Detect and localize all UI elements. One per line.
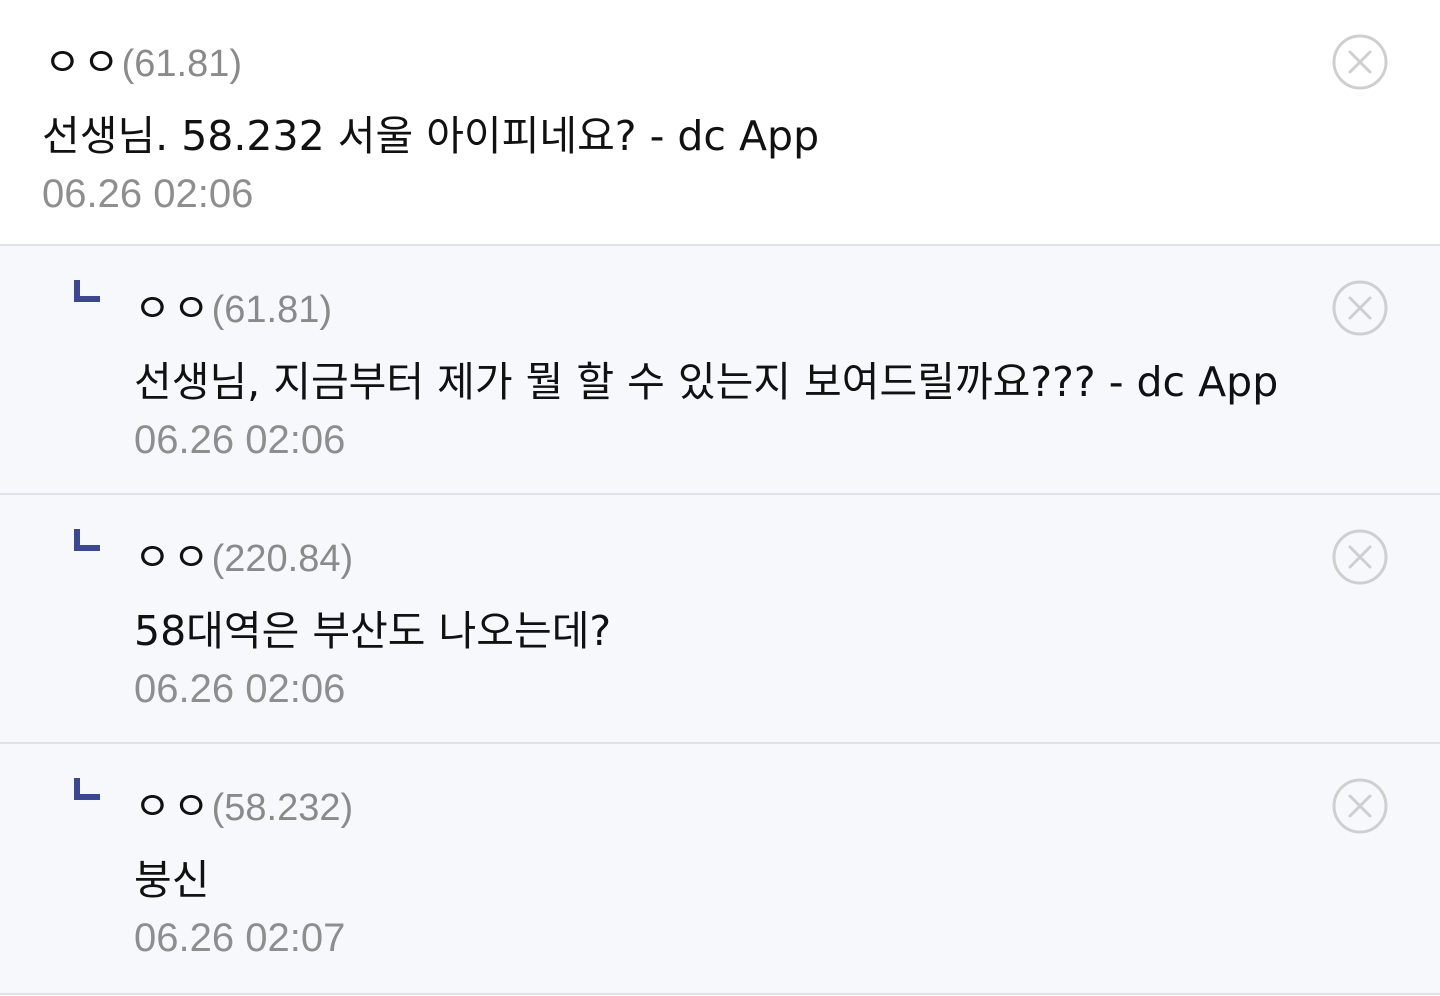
comment-nickname[interactable]: ㅇㅇ bbox=[134, 525, 212, 583]
delete-comment-button[interactable] bbox=[1332, 529, 1388, 585]
comment-header: ㅇㅇ (61.81) bbox=[134, 276, 332, 334]
comment-text: 58대역은 부산도 나오는데? bbox=[134, 607, 612, 655]
reply-item: ㅇㅇ (61.81) 선생님, 지금부터 제가 뭘 할 수 있는지 보여드릴까요… bbox=[0, 246, 1440, 495]
delete-comment-button[interactable] bbox=[1332, 280, 1388, 336]
comment-timestamp: 06.26 02:06 bbox=[134, 667, 346, 711]
delete-comment-button[interactable] bbox=[1332, 778, 1388, 834]
comment-ip: (61.81) bbox=[121, 43, 243, 85]
comment-ip: (58.232) bbox=[211, 787, 354, 829]
comment-header: ㅇㅇ (220.84) bbox=[134, 525, 353, 583]
reply-arrow-icon bbox=[74, 778, 100, 800]
close-circle-icon bbox=[1332, 280, 1388, 336]
comment-timestamp: 06.26 02:06 bbox=[134, 418, 346, 462]
comment-text: 선생님. 58.232 서울 아이피네요? - dc App bbox=[42, 112, 820, 160]
reply-item: ㅇㅇ (220.84) 58대역은 부산도 나오는데? 06.26 02:06 bbox=[0, 495, 1440, 744]
close-circle-icon bbox=[1332, 778, 1388, 834]
comment-list: ㅇㅇ (61.81) 선생님. 58.232 서울 아이피네요? - dc Ap… bbox=[0, 0, 1440, 996]
comment-ip: (61.81) bbox=[211, 289, 333, 331]
comment-timestamp: 06.26 02:07 bbox=[134, 916, 346, 960]
comment-nickname[interactable]: ㅇㅇ bbox=[44, 30, 122, 88]
reply-arrow-icon bbox=[74, 280, 100, 302]
delete-comment-button[interactable] bbox=[1332, 34, 1388, 90]
close-circle-icon bbox=[1332, 529, 1388, 585]
comment-header: ㅇㅇ (58.232) bbox=[134, 774, 353, 832]
reply-item: ㅇㅇ (58.232) 붕신 06.26 02:07 bbox=[0, 744, 1440, 995]
reply-arrow-icon bbox=[74, 529, 100, 551]
comment-text: 붕신 bbox=[134, 856, 210, 904]
comment-item: ㅇㅇ (61.81) 선생님. 58.232 서울 아이피네요? - dc Ap… bbox=[0, 0, 1440, 246]
comment-text: 선생님, 지금부터 제가 뭘 할 수 있는지 보여드릴까요??? - dc Ap… bbox=[134, 358, 1279, 406]
comment-header: ㅇㅇ (61.81) bbox=[44, 30, 242, 88]
comment-nickname[interactable]: ㅇㅇ bbox=[134, 774, 212, 832]
comment-ip: (220.84) bbox=[211, 538, 354, 580]
comment-nickname[interactable]: ㅇㅇ bbox=[134, 276, 212, 334]
close-circle-icon bbox=[1332, 34, 1388, 90]
comment-timestamp: 06.26 02:06 bbox=[42, 172, 254, 216]
